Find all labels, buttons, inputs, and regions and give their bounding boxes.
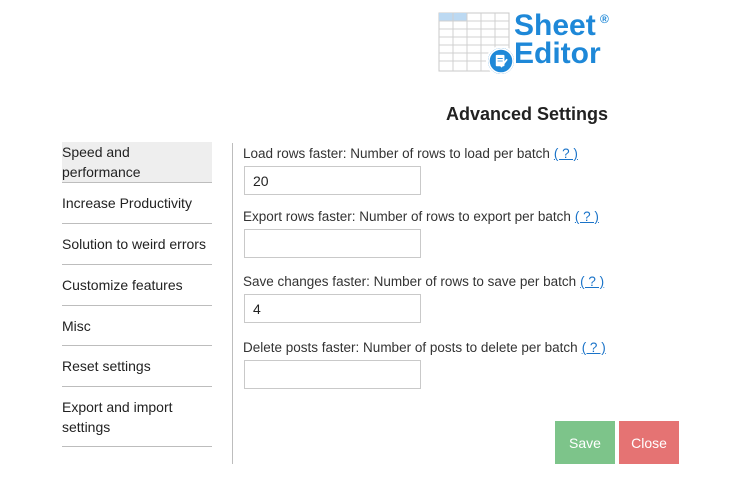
sidebar-item-label: Reset settings: [62, 358, 151, 374]
help-link[interactable]: ( ? ): [580, 274, 604, 289]
field-label: Load rows faster: Number of rows to load…: [243, 146, 663, 162]
field-label: Delete posts faster: Number of posts to …: [243, 340, 663, 356]
sidebar-item-misc[interactable]: Misc: [62, 306, 212, 346]
registered-mark: ®: [600, 12, 609, 26]
load-rows-input[interactable]: [244, 166, 421, 195]
sidebar-item-label: Solution to weird errors: [62, 236, 206, 252]
field-label: Export rows faster: Number of rows to ex…: [243, 209, 663, 225]
help-link[interactable]: ( ? ): [582, 340, 606, 355]
close-button[interactable]: Close: [619, 421, 679, 464]
page-title: Advanced Settings: [445, 104, 609, 124]
load-rows-field: Load rows faster: Number of rows to load…: [243, 146, 663, 195]
sidebar-item-export-and-import-settings[interactable]: Export and import settings: [62, 387, 212, 447]
help-link[interactable]: ( ? ): [575, 209, 599, 224]
sidebar-item-label: Export and import settings: [62, 398, 173, 435]
settings-sidebar: Speed and performance Increase Productiv…: [62, 142, 212, 447]
sidebar-item-speed-and-performance[interactable]: Speed and performance: [62, 142, 212, 183]
sidebar-item-label: Increase Productivity: [62, 195, 192, 211]
export-rows-label: Export rows faster: Number of rows to ex…: [243, 209, 571, 224]
save-button[interactable]: Save: [555, 421, 615, 464]
delete-posts-label: Delete posts faster: Number of posts to …: [243, 340, 578, 355]
sidebar-item-reset-settings[interactable]: Reset settings: [62, 346, 212, 387]
sidebar-item-increase-productivity[interactable]: Increase Productivity: [62, 183, 212, 224]
logo-text-editor: Editor: [514, 37, 601, 70]
vertical-divider: [232, 143, 233, 464]
edit-sheet-icon: [486, 46, 516, 76]
save-changes-input[interactable]: [244, 294, 421, 323]
sidebar-item-label: Misc: [62, 317, 91, 334]
export-rows-input[interactable]: [244, 229, 421, 258]
sidebar-item-customize-features[interactable]: Customize features: [62, 265, 212, 306]
delete-posts-field: Delete posts faster: Number of posts to …: [243, 340, 663, 389]
help-link[interactable]: ( ? ): [554, 146, 578, 161]
save-changes-field: Save changes faster: Number of rows to s…: [243, 274, 663, 323]
field-label: Save changes faster: Number of rows to s…: [243, 274, 663, 290]
export-rows-field: Export rows faster: Number of rows to ex…: [243, 209, 663, 258]
load-rows-label: Load rows faster: Number of rows to load…: [243, 146, 550, 161]
sidebar-item-solution-to-weird-errors[interactable]: Solution to weird errors: [62, 224, 212, 265]
sheet-editor-logo: Sheet ® Editor: [438, 10, 628, 78]
sidebar-item-label: Customize features: [62, 277, 183, 293]
delete-posts-input[interactable]: [244, 360, 421, 389]
save-changes-label: Save changes faster: Number of rows to s…: [243, 274, 577, 289]
sidebar-item-label: Speed and performance: [62, 144, 141, 180]
